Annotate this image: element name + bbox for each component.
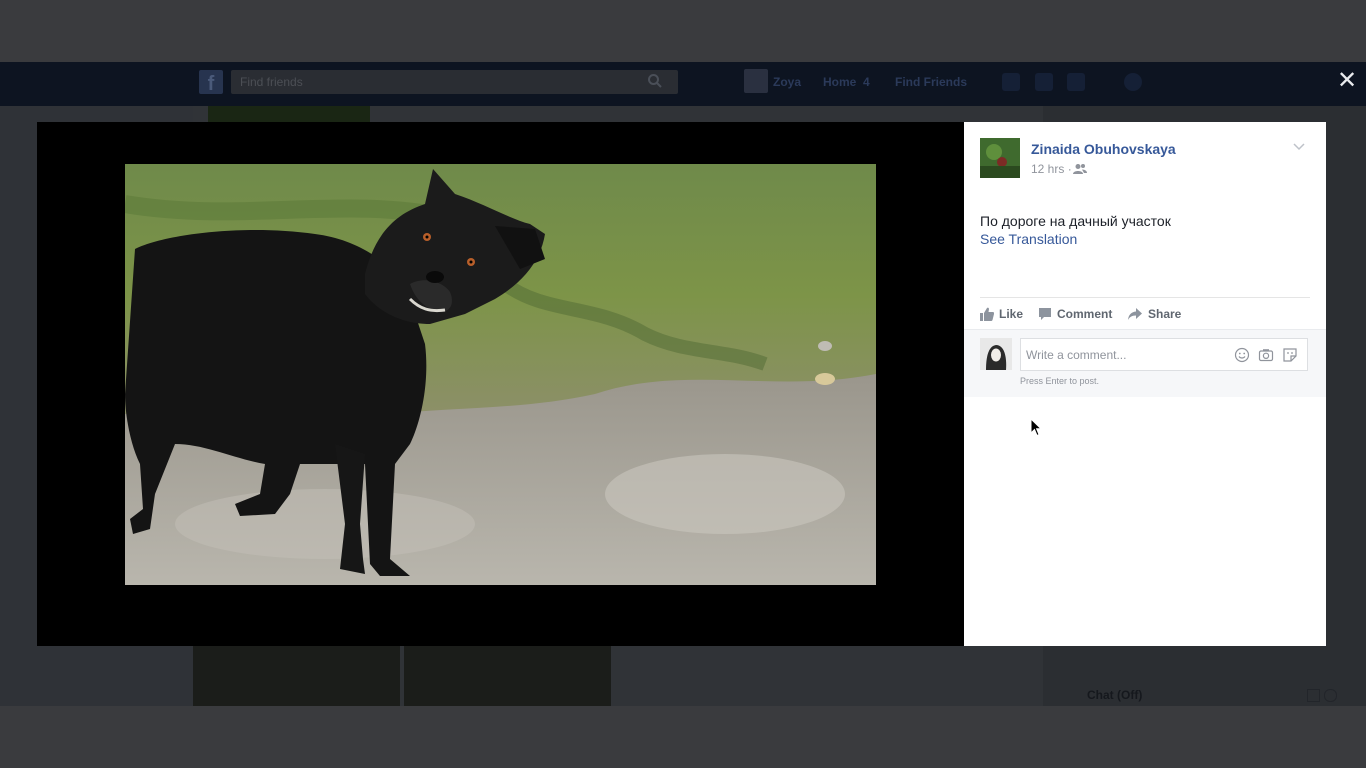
camera-icon[interactable] — [1258, 347, 1274, 363]
dog-photo-illustration — [125, 164, 876, 585]
profile-avatar[interactable] — [744, 69, 768, 93]
nav-profile-name[interactable]: Zoya — [773, 75, 801, 89]
letterbox-bottom — [0, 706, 1366, 768]
time-separator: · — [1067, 162, 1072, 176]
comment-input[interactable]: Write a comment... — [1020, 338, 1308, 371]
like-label: Like — [999, 307, 1024, 321]
like-button[interactable]: Like — [980, 305, 1023, 323]
chat-status[interactable]: Chat (Off) — [1087, 688, 1142, 702]
search-placeholder: Find friends — [240, 75, 303, 89]
share-label: Share — [1148, 307, 1182, 321]
comment-icon — [1039, 308, 1051, 320]
friend-requests-icon[interactable] — [1002, 73, 1020, 91]
comment-composer: Write a comment... Press Enter to post. — [964, 329, 1326, 397]
comment-placeholder: Write a comment... — [1026, 348, 1127, 362]
author-avatar[interactable] — [980, 138, 1020, 178]
privacy-icon[interactable] — [1124, 73, 1142, 91]
nav-home-label: Home — [823, 75, 857, 89]
post-text: По дороге на дачный участок — [980, 213, 1171, 229]
background-photo-thumb — [193, 646, 400, 706]
share-button[interactable]: Share — [1127, 305, 1181, 323]
post-time: 12 hrs — [1031, 162, 1065, 176]
see-translation-link[interactable]: See Translation — [980, 231, 1077, 247]
mouse-cursor-icon — [1030, 418, 1042, 437]
current-user-avatar-image — [980, 338, 1012, 370]
chat-settings-icon[interactable] — [1324, 689, 1337, 702]
letterbox-top — [0, 0, 1366, 62]
background-cover-photo — [208, 106, 370, 122]
nav-find-friends[interactable]: Find Friends — [895, 75, 967, 89]
chat-compose-icon[interactable] — [1307, 689, 1320, 702]
facebook-logo-icon[interactable]: f — [199, 70, 223, 95]
messages-icon[interactable] — [1035, 73, 1053, 91]
author-avatar-image — [980, 138, 1020, 178]
search-icon[interactable] — [647, 73, 663, 89]
emoji-icon[interactable] — [1234, 347, 1250, 363]
divider — [980, 297, 1310, 298]
author-name-link[interactable]: Zinaida Obuhovskaya — [1031, 141, 1176, 157]
post-timestamp[interactable]: 12 hrs · — [1031, 162, 1072, 176]
nav-home[interactable]: Home 4 — [823, 75, 870, 89]
photo[interactable] — [125, 164, 876, 585]
nav-home-count: 4 — [863, 75, 870, 89]
comment-label: Comment — [1057, 307, 1113, 321]
chevron-down-icon[interactable] — [1292, 142, 1306, 152]
current-user-avatar — [980, 338, 1012, 370]
background-photo-thumb — [404, 646, 611, 706]
comment-hint: Press Enter to post. — [1020, 376, 1100, 386]
close-icon[interactable]: ✕ — [1336, 69, 1358, 93]
sticker-icon[interactable] — [1282, 347, 1298, 363]
notifications-icon[interactable] — [1067, 73, 1085, 91]
thumbs-up-icon — [980, 307, 994, 321]
share-icon — [1128, 308, 1142, 320]
comment-button[interactable]: Comment — [1038, 305, 1112, 323]
friends-icon[interactable] — [1073, 163, 1087, 175]
post-details-panel: Zinaida Obuhovskaya 12 hrs · По дороге н… — [964, 122, 1326, 646]
